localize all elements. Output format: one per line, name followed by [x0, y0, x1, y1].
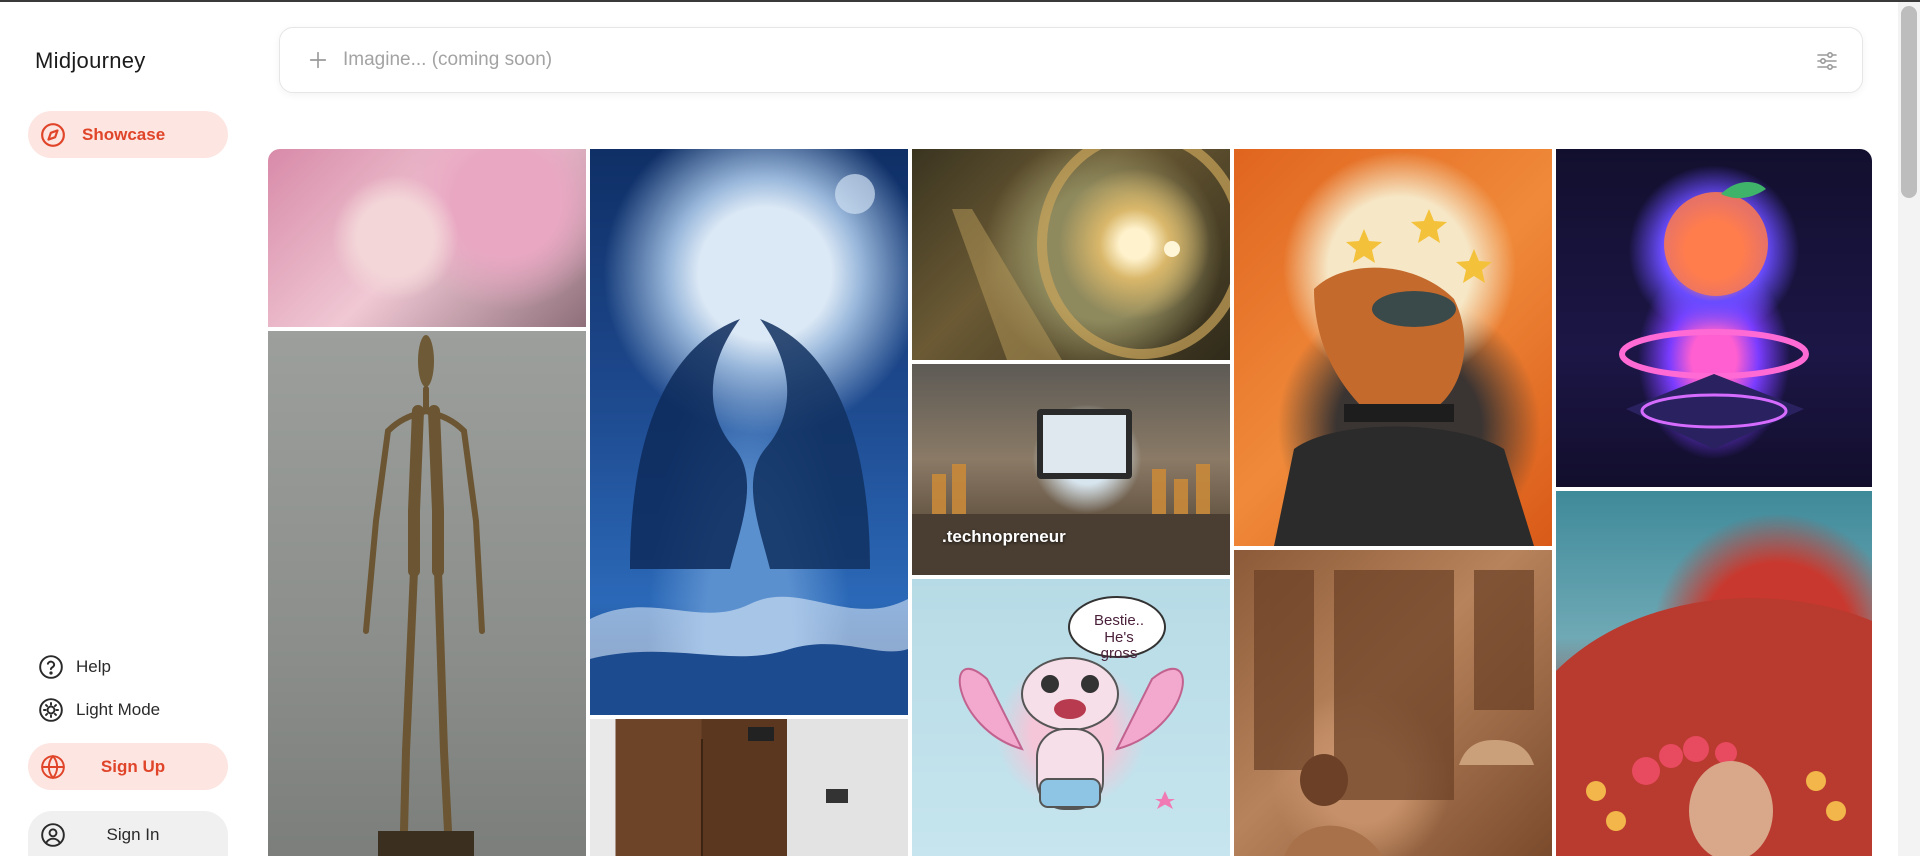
gallery-tile[interactable] [1556, 491, 1872, 856]
frog-fairy-illustration [958, 596, 1184, 810]
tunnel-window-illustration [952, 149, 1230, 360]
sliders-icon[interactable] [1812, 46, 1842, 76]
interior-door-illustration [701, 727, 848, 856]
gallery-tile[interactable]: .technopreneur [912, 364, 1230, 575]
brand-logo[interactable]: Midjourney [35, 48, 146, 74]
question-circle-icon [36, 652, 66, 682]
imagine-input[interactable] [343, 42, 1723, 78]
gallery-tile[interactable] [1234, 149, 1552, 546]
dog-poster-illustration [1274, 209, 1534, 546]
scrollbar-thumb[interactable] [1901, 6, 1917, 198]
light-mode-label: Light Mode [76, 700, 161, 719]
sun-icon [36, 695, 66, 725]
gallery-tile[interactable] [912, 149, 1230, 360]
help-label: Help [76, 657, 111, 676]
sign-in-button[interactable]: Sign In [28, 811, 228, 856]
tile-caption: .technopreneur [942, 527, 1066, 546]
plus-icon[interactable] [302, 44, 334, 76]
showcase-gallery: .technopreneur Bestie.. He's gross [268, 149, 1872, 856]
imagine-bar [279, 27, 1863, 93]
compass-icon [38, 120, 68, 150]
gallery-tile[interactable]: Bestie.. He's gross [912, 579, 1230, 856]
sign-up-button[interactable]: Sign Up [28, 743, 228, 790]
library-illustration [1254, 570, 1534, 856]
portrait-flowers-illustration [1556, 598, 1872, 856]
sculpture-illustration [363, 335, 485, 856]
gallery-tile[interactable] [1556, 149, 1872, 487]
gallery-tile[interactable] [590, 719, 908, 856]
couple-silhouette-illustration [590, 174, 908, 715]
help-link[interactable]: Help [36, 651, 111, 683]
gallery-tile[interactable] [1234, 550, 1552, 856]
gallery-tile[interactable] [268, 331, 586, 856]
sidebar: Midjourney Showcase Help Light Mode Sign… [0, 2, 250, 856]
gallery-tile[interactable] [590, 149, 908, 715]
nav-showcase[interactable]: Showcase [28, 111, 228, 158]
tile-caption: Bestie.. He's gross [1093, 612, 1145, 662]
sign-in-label: Sign In [106, 824, 160, 844]
light-mode-toggle[interactable]: Light Mode [36, 694, 160, 726]
sign-up-label: Sign Up [100, 756, 166, 776]
nav-showcase-label: Showcase [82, 124, 166, 144]
glowing-apple-illustration [1619, 182, 1809, 449]
gallery-tile[interactable] [268, 149, 586, 327]
